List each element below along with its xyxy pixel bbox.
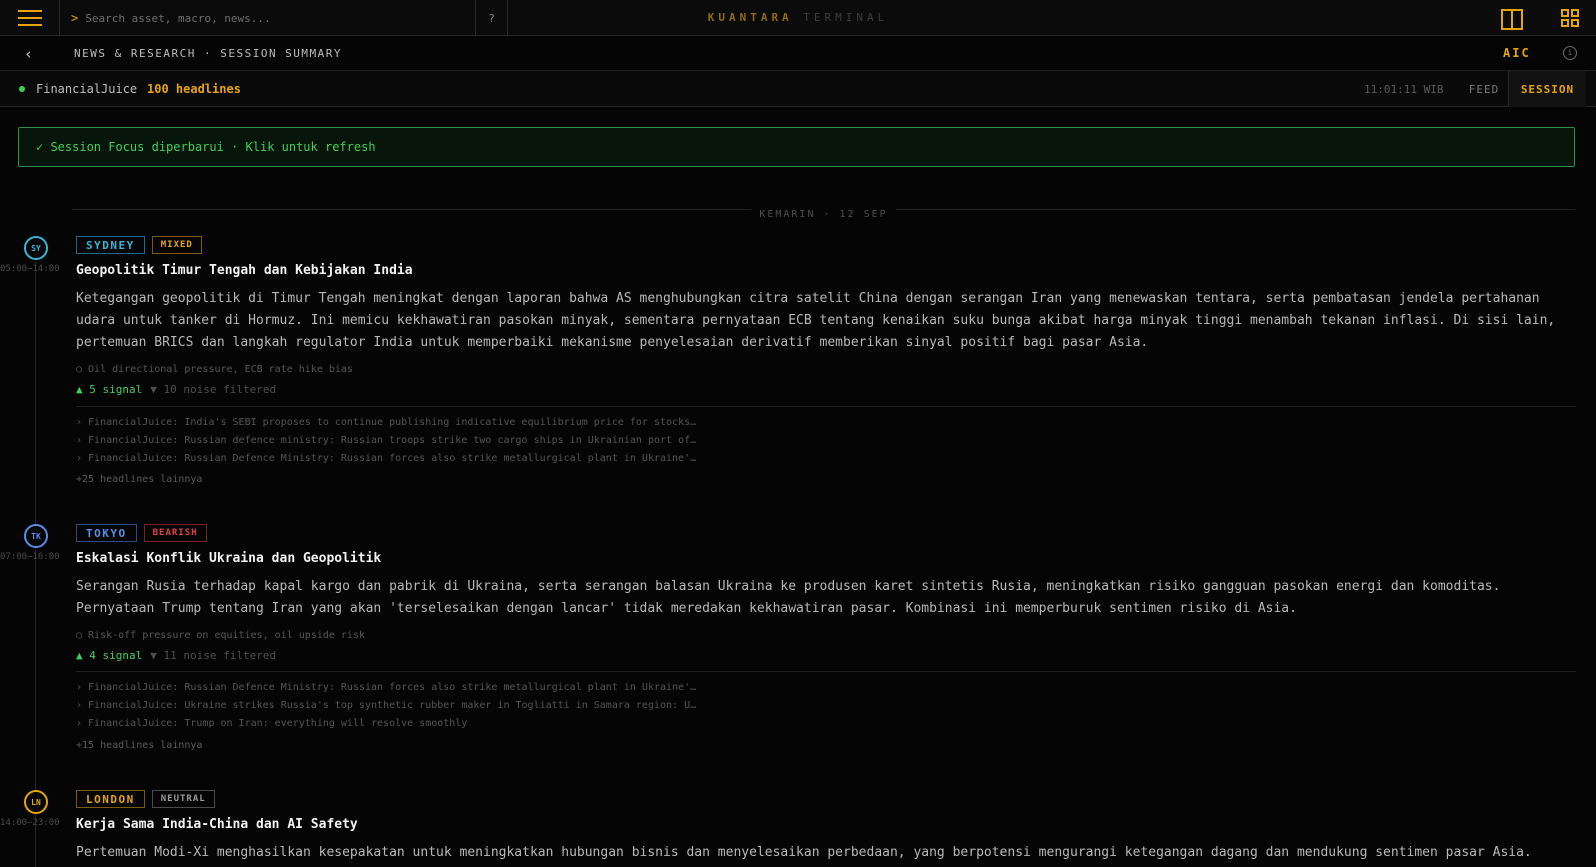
more-headlines-link[interactable]: +25 headlines lainnya	[76, 474, 202, 485]
session-node-tokyo: TK	[24, 524, 48, 548]
session-title: Geopolitik Timur Tengah dan Kebijakan In…	[76, 263, 413, 278]
feed-source: FinancialJuice	[36, 82, 138, 96]
noise-count: ▼ 11 noise filtered	[150, 649, 277, 662]
divider	[76, 406, 1576, 407]
city-badge: SYDNEY	[76, 236, 145, 254]
city-badge: TOKYO	[76, 524, 137, 542]
headline-list: › FinancialJuice: India's SEBI proposes …	[76, 414, 776, 468]
tab-feed[interactable]: FEED	[1460, 71, 1508, 107]
session-focus-banner[interactable]: ✓ Session Focus diperbarui · Klik untuk …	[18, 127, 1575, 167]
back-chevron-icon[interactable]: ‹	[24, 45, 33, 63]
headline-count: 100 headlines	[147, 82, 241, 96]
session-summary: Ketegangan geopolitik di Timur Tengah me…	[76, 291, 1556, 350]
noise-count: ▼ 10 noise filtered	[150, 383, 277, 396]
bias-note: ○ Oil directional pressure, ECB rate hik…	[76, 364, 353, 375]
session-time: 07:00–16:00	[0, 552, 60, 562]
brand-logo: KUANTARA TERMINAL	[0, 11, 1596, 24]
session-tags: TOKYO BEARISH	[76, 524, 207, 542]
sentiment-badge: NEUTRAL	[151, 790, 215, 808]
headline-item[interactable]: › FinancialJuice: India's SEBI proposes …	[76, 414, 776, 432]
signal-stats[interactable]: ▲ 5 signal ▼ 10 noise filtered	[76, 383, 276, 396]
brand-secondary: TERMINAL	[803, 11, 889, 24]
session-summary: Pertemuan Modi-Xi menghasilkan kesepakat…	[76, 845, 1532, 860]
divider	[76, 671, 1576, 672]
session-tags: SYDNEY MIXED	[76, 236, 202, 254]
bias-note: ○ Risk-off pressure on equities, oil ups…	[76, 630, 365, 641]
session-title: Eskalasi Konflik Ukraina dan Geopolitik	[76, 551, 382, 566]
banner-text: ✓ Session Focus diperbarui · Klik untuk …	[36, 140, 376, 154]
live-dot-icon	[19, 86, 25, 92]
grid-layout-icon[interactable]	[1561, 9, 1579, 27]
session-title: Kerja Sama India-China dan AI Safety	[76, 817, 358, 832]
session-summary: Serangan Rusia terhadap kapal kargo dan …	[76, 579, 1501, 616]
page-title: NEWS & RESEARCH · SESSION SUMMARY	[74, 47, 343, 60]
top-bar: > ? KUANTARA TERMINAL	[0, 0, 1596, 36]
signal-count: ▲ 4 signal	[76, 649, 143, 662]
session-node-sydney: SY	[24, 236, 48, 260]
signal-count: ▲ 5 signal	[76, 383, 143, 396]
session-node-london: LN	[24, 790, 48, 814]
headline-item[interactable]: › FinancialJuice: Trump on Iran: everyth…	[76, 715, 776, 733]
headline-item[interactable]: › FinancialJuice: Russian defence minist…	[76, 432, 776, 450]
headline-item[interactable]: › FinancialJuice: Russian Defence Minist…	[76, 450, 776, 468]
headline-item[interactable]: › FinancialJuice: Russian Defence Minist…	[76, 679, 776, 697]
user-badge[interactable]: AIC	[1503, 46, 1531, 60]
headline-item[interactable]: › FinancialJuice: Ukraine strikes Russia…	[76, 697, 776, 715]
more-headlines-link[interactable]: +15 headlines lainnya	[76, 740, 202, 751]
session-time: 14:00–23:00	[0, 818, 60, 828]
timeline-line	[35, 262, 36, 867]
session-tags: LONDON NEUTRAL	[76, 790, 215, 808]
feed-status-bar: FinancialJuice 100 headlines 11:01:11 WI…	[0, 71, 1596, 107]
sentiment-badge: BEARISH	[143, 524, 207, 542]
sentiment-badge: MIXED	[151, 236, 202, 254]
city-badge: LONDON	[76, 790, 145, 808]
info-icon[interactable]: i	[1563, 46, 1577, 60]
session-time: 05:00–14:00	[0, 264, 60, 274]
date-separator: KEMARIN · 12 SEP	[72, 202, 1575, 220]
signal-stats[interactable]: ▲ 4 signal ▼ 11 noise filtered	[76, 649, 276, 662]
clock: 11:01:11 WIB	[1364, 83, 1444, 96]
headline-list: › FinancialJuice: Russian Defence Minist…	[76, 679, 776, 733]
date-label: KEMARIN · 12 SEP	[751, 209, 896, 220]
brand-primary: KUANTARA	[707, 11, 793, 24]
breadcrumb-bar: ‹ NEWS & RESEARCH · SESSION SUMMARY AIC …	[0, 36, 1596, 71]
split-layout-icon[interactable]	[1501, 9, 1523, 30]
tab-session[interactable]: SESSION	[1508, 71, 1586, 107]
